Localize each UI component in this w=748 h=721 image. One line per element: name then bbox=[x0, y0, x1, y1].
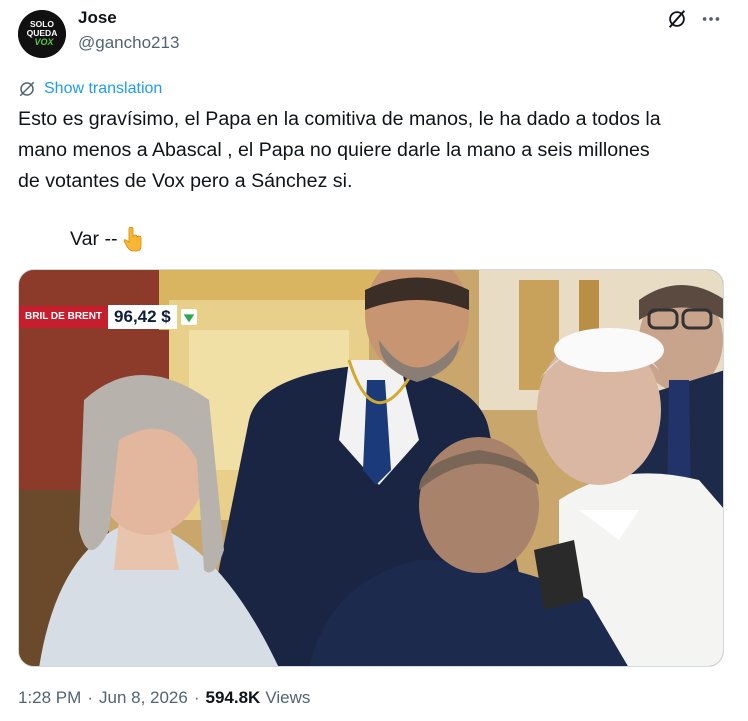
trend-down-icon bbox=[180, 309, 197, 325]
meta-separator: · bbox=[193, 688, 200, 707]
show-translation-link[interactable]: Show translation bbox=[18, 78, 162, 100]
author-handle[interactable]: @gancho213 bbox=[78, 33, 179, 53]
tweet-header: SOLO QUEDA VOX Jose @gancho213 bbox=[16, 8, 732, 58]
tweet-var-line: Var -- bbox=[70, 224, 143, 255]
views-label: Views bbox=[265, 688, 311, 707]
ticker-value: 96,42 $ bbox=[108, 305, 177, 329]
more-icon[interactable] bbox=[700, 8, 724, 30]
tweet-date[interactable]: Jun 8, 2026 bbox=[99, 688, 188, 708]
author-name[interactable]: Jose bbox=[78, 8, 117, 28]
tweet-line-3: de votantes de Vox pero a Sánchez si. bbox=[18, 170, 353, 192]
tweet-time[interactable]: 1:28 PM bbox=[18, 688, 81, 708]
avatar-logo: SOLO QUEDA VOX bbox=[18, 10, 66, 58]
tweet-text: Esto es gravísimo, el Papa en la comitiv… bbox=[18, 104, 728, 197]
pointing-down-emoji bbox=[123, 226, 141, 251]
news-ticker: BRIL DE BRENT 96,42 $ bbox=[19, 304, 197, 330]
views-count[interactable]: 594.8K bbox=[206, 688, 261, 708]
avatar[interactable]: SOLO QUEDA VOX bbox=[18, 10, 66, 58]
tweet-line-1: Esto es gravísimo, el Papa en la comitiv… bbox=[18, 108, 661, 130]
meta-separator: · bbox=[87, 688, 93, 707]
tweet-meta: 1:28 PM · Jun 8, 2026 · 594.8K Views bbox=[18, 688, 310, 708]
tweet-line-2: mano menos a Abascal , el Papa no quiere… bbox=[18, 139, 650, 161]
ticker-label: BRIL DE BRENT bbox=[19, 306, 109, 328]
show-translation-label: Show translation bbox=[44, 80, 163, 97]
tweet-var-text: Var -- bbox=[70, 228, 118, 250]
grok-icon[interactable] bbox=[666, 8, 688, 30]
tweet-photo[interactable]: BRIL DE BRENT 96,42 $ bbox=[18, 269, 724, 667]
globe-icon bbox=[19, 81, 35, 97]
avatar-line-3: VOX bbox=[34, 37, 54, 47]
